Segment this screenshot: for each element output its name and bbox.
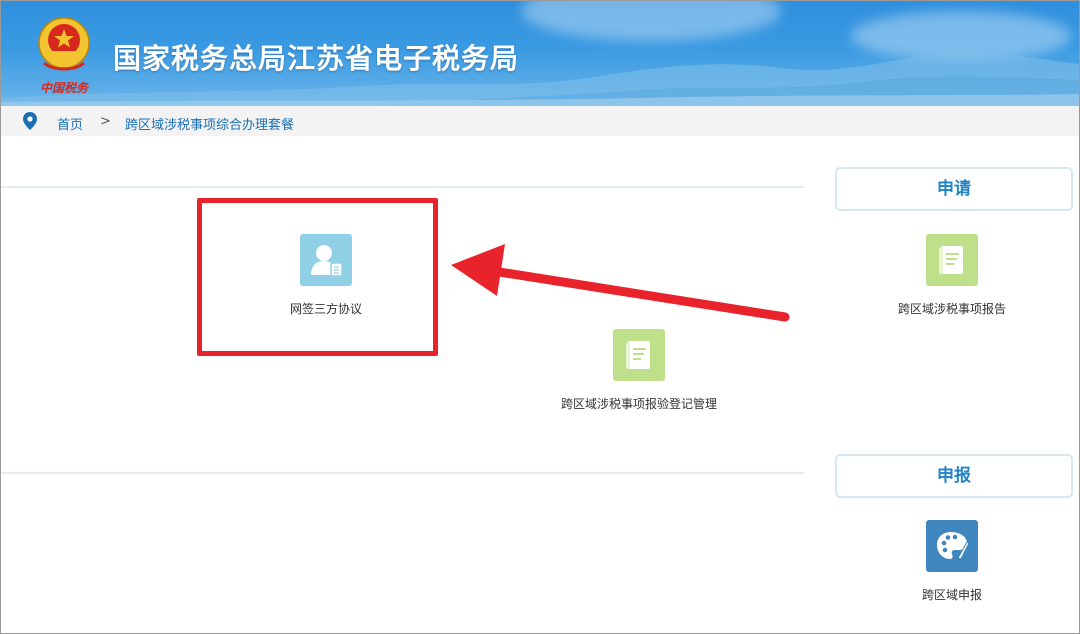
location-pin-icon xyxy=(23,112,37,130)
site-title: 国家税务总局江苏省电子税务局 xyxy=(113,42,520,75)
tile-cross-region-inspection-registration[interactable]: 跨区域涉税事项报验登记管理 xyxy=(549,329,729,412)
divider-bottom xyxy=(1,472,804,474)
header-banner: 中国税务 国家税务总局江苏省电子税务局 xyxy=(1,1,1079,106)
annotation-arrow-icon xyxy=(451,244,790,322)
tile-label: 跨区域涉税事项报验登记管理 xyxy=(560,397,717,411)
logo-caption: 中国税务 xyxy=(39,81,88,95)
breadcrumb-home-link[interactable]: 首页 xyxy=(57,114,83,133)
tile-cross-region-declaration[interactable]: 跨区域申报 xyxy=(891,520,1013,603)
annotation-highlight-box xyxy=(197,198,438,356)
tile-cross-region-report[interactable]: 跨区域涉税事项报告 xyxy=(881,234,1023,317)
section-apply-button[interactable]: 申请 xyxy=(835,167,1073,211)
tile-label: 跨区域涉税事项报告 xyxy=(897,302,1006,316)
document-book-icon xyxy=(926,234,978,286)
document-book-icon xyxy=(613,329,665,381)
breadcrumb-separator: > xyxy=(100,114,111,129)
divider-top xyxy=(1,186,804,188)
section-declare-button[interactable]: 申报 xyxy=(835,454,1073,498)
breadcrumb: 首页 > 跨区域涉税事项综合办理套餐 xyxy=(1,106,1079,136)
palette-icon xyxy=(926,520,978,572)
tile-label: 跨区域申报 xyxy=(921,588,982,602)
page: 中国税务 国家税务总局江苏省电子税务局 首页 > 跨区域涉税事项综合办理套餐 网… xyxy=(0,0,1080,634)
breadcrumb-current[interactable]: 跨区域涉税事项综合办理套餐 xyxy=(125,114,294,133)
